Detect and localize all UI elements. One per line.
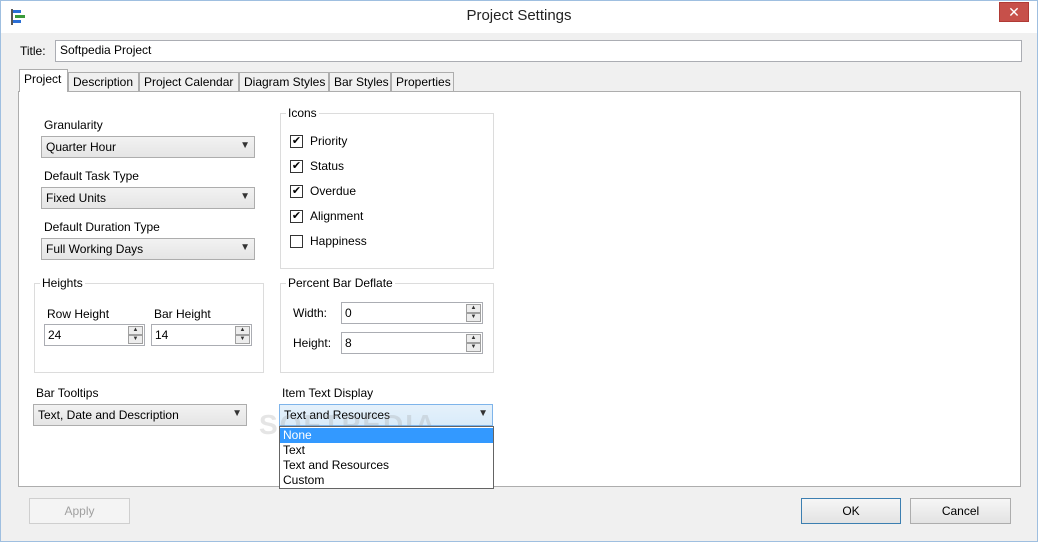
ok-button[interactable]: OK	[801, 498, 901, 524]
checkbox-box[interactable]	[290, 235, 303, 248]
deflate-height-label: Height:	[293, 336, 332, 350]
bar-height-label: Bar Height	[154, 307, 211, 321]
checkbox-box[interactable]: ✔	[290, 160, 303, 173]
icons-group-title: Icons	[286, 106, 319, 120]
deflate-group-title: Percent Bar Deflate	[286, 276, 395, 290]
checkbox-box[interactable]: ✔	[290, 185, 303, 198]
checkbox-box[interactable]: ✔	[290, 135, 303, 148]
close-icon: ✕	[1008, 4, 1020, 20]
checkbox-label: Alignment	[310, 209, 364, 223]
item-text-value: Text and Resources	[284, 408, 391, 422]
tab-project-calendar[interactable]: Project Calendar	[139, 72, 239, 92]
chevron-down-icon: ▼	[240, 140, 250, 151]
chevron-down-icon: ▼	[240, 191, 250, 202]
dropdown-option-text-and-resources[interactable]: Text and Resources	[280, 458, 493, 473]
spin-up-icon[interactable]: ▲	[466, 334, 481, 343]
bar-height-spinner[interactable]: 14 ▲ ▼	[151, 324, 252, 346]
dropdown-option-custom[interactable]: Custom	[280, 473, 493, 488]
heights-group-title: Heights	[40, 276, 85, 290]
task-type-value: Fixed Units	[46, 191, 107, 205]
tab-project[interactable]: Project	[19, 69, 68, 92]
tab-bar-styles[interactable]: Bar Styles	[329, 72, 391, 92]
tab-description[interactable]: Description	[68, 72, 139, 92]
spinner-buttons: ▲ ▼	[466, 334, 481, 352]
deflate-group	[280, 283, 494, 373]
spinner-buttons: ▲ ▼	[128, 326, 143, 344]
task-type-label: Default Task Type	[44, 169, 139, 183]
checkbox-label: Status	[310, 159, 345, 173]
deflate-height-spinner[interactable]: 8 ▲ ▼	[341, 332, 483, 354]
row-height-label: Row Height	[47, 307, 110, 321]
spin-up-icon[interactable]: ▲	[235, 326, 250, 335]
dropdown-option-none[interactable]: None	[280, 428, 493, 443]
tab-diagram-styles[interactable]: Diagram Styles	[239, 72, 329, 92]
spin-up-icon[interactable]: ▲	[466, 304, 481, 313]
checkbox-box[interactable]: ✔	[290, 210, 303, 223]
item-text-dropdown-list: None Text Text and Resources Custom	[279, 426, 494, 489]
spinner-buttons: ▲ ▼	[235, 326, 250, 344]
granularity-label: Granularity	[44, 118, 103, 132]
title-label: Title:	[20, 44, 46, 58]
deflate-width-label: Width:	[293, 306, 328, 320]
bar-tooltips-select[interactable]: Text, Date and Description ▼	[33, 404, 247, 426]
project-settings-window: Project Settings ✕ Title: Softpedia Proj…	[0, 0, 1038, 542]
task-type-select[interactable]: Fixed Units ▼	[41, 187, 255, 209]
granularity-value: Quarter Hour	[46, 140, 117, 154]
deflate-width-spinner[interactable]: 0 ▲ ▼	[341, 302, 483, 324]
window-title: Project Settings	[466, 7, 572, 24]
item-text-label: Item Text Display	[282, 386, 374, 400]
close-button[interactable]: ✕	[999, 2, 1029, 22]
duration-type-select[interactable]: Full Working Days ▼	[41, 238, 255, 260]
deflate-height-value: 8	[345, 336, 352, 350]
spin-down-icon[interactable]: ▼	[128, 335, 143, 344]
duration-type-label: Default Duration Type	[44, 220, 160, 234]
spinner-buttons: ▲ ▼	[466, 304, 481, 322]
row-height-value: 24	[48, 328, 62, 342]
spin-down-icon[interactable]: ▼	[235, 335, 250, 344]
title-input[interactable]: Softpedia Project	[55, 40, 1022, 62]
bar-tooltips-label: Bar Tooltips	[36, 386, 99, 400]
chevron-down-icon[interactable]: ▼	[232, 408, 242, 419]
duration-type-value: Full Working Days	[46, 242, 144, 256]
checkbox-label: Priority	[310, 134, 348, 148]
cancel-button[interactable]: Cancel	[910, 498, 1011, 524]
deflate-width-value: 0	[345, 306, 352, 320]
granularity-select[interactable]: Quarter Hour ▼	[41, 136, 255, 158]
chevron-down-icon[interactable]: ▼	[478, 408, 488, 419]
spin-down-icon[interactable]: ▼	[466, 343, 481, 352]
row-height-spinner[interactable]: 24 ▲ ▼	[44, 324, 145, 346]
title-bar[interactable]: Project Settings ✕	[1, 1, 1037, 33]
spin-down-icon[interactable]: ▼	[466, 313, 481, 322]
checkbox-label: Overdue	[310, 184, 357, 198]
bar-tooltips-value: Text, Date and Description	[38, 408, 179, 422]
checkbox-label: Happiness	[310, 234, 367, 248]
bar-height-value: 14	[155, 328, 169, 342]
item-text-select[interactable]: Text and Resources ▼	[279, 404, 493, 426]
chevron-down-icon: ▼	[240, 242, 250, 253]
tab-properties[interactable]: Properties	[391, 72, 454, 92]
dropdown-option-text[interactable]: Text	[280, 443, 493, 458]
spin-up-icon[interactable]: ▲	[128, 326, 143, 335]
apply-button[interactable]: Apply	[29, 498, 130, 524]
